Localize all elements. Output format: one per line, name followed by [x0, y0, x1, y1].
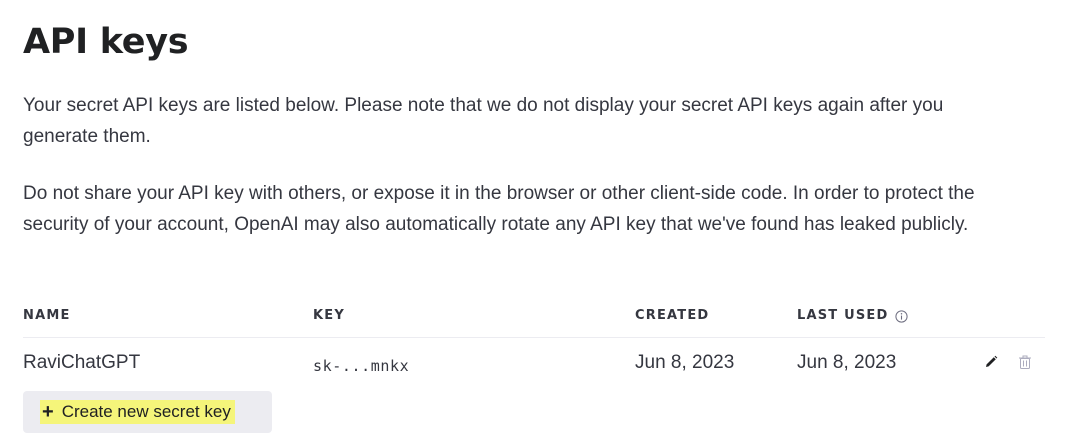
column-header-key: KEY: [313, 308, 345, 323]
description-paragraph: Your secret API keys are listed below. P…: [23, 95, 944, 147]
table-header-row: NAME KEY CREATED LAST USED: [23, 296, 1045, 338]
delete-key-button[interactable]: [1015, 354, 1035, 374]
create-button-highlight: + Create new secret key: [40, 400, 235, 424]
last-used-date-cell: Jun 8, 2023: [797, 352, 897, 373]
row-actions: [981, 354, 1035, 374]
pencil-icon: [983, 354, 999, 375]
column-header-created: CREATED: [635, 308, 710, 323]
key-value-cell: sk-...mnkx: [313, 357, 410, 375]
page-title: API keys: [23, 22, 189, 62]
info-icon[interactable]: [894, 309, 908, 323]
create-button-label: Create new secret key: [61, 402, 231, 421]
trash-icon: [1017, 354, 1033, 375]
created-date-cell: Jun 8, 2023: [635, 352, 735, 373]
column-header-last-used: LAST USED: [797, 307, 908, 325]
edit-key-button[interactable]: [981, 354, 1001, 374]
create-new-secret-key-button[interactable]: + Create new secret key: [23, 391, 272, 433]
key-name-cell: RaviChatGPT: [23, 352, 141, 373]
column-header-last-used-label: LAST USED: [797, 308, 889, 323]
warning-paragraph: Do not share your API key with others, o…: [23, 183, 975, 235]
column-header-name: NAME: [23, 308, 71, 323]
table-row: RaviChatGPT sk-...mnkx Jun 8, 2023 Jun 8…: [23, 338, 1045, 388]
api-keys-table: NAME KEY CREATED LAST USED RaviChatGPT s…: [23, 296, 1045, 388]
plus-icon: +: [42, 401, 54, 423]
